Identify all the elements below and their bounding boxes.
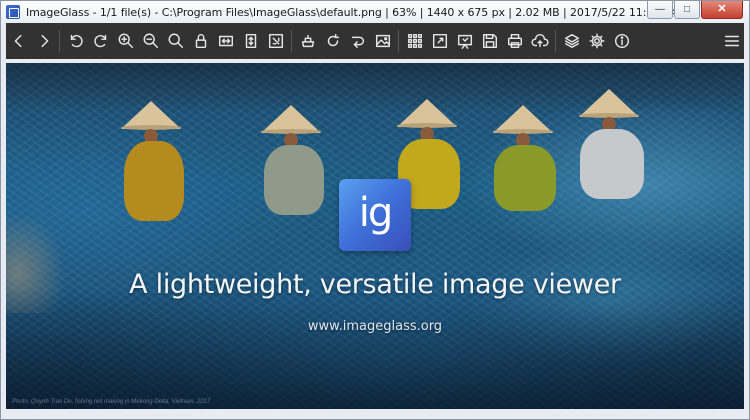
toolbar-separator <box>555 30 556 52</box>
zoom-icon[interactable] <box>163 27 188 55</box>
upload-icon[interactable] <box>527 27 552 55</box>
window-controls: — □ ✕ <box>646 1 743 19</box>
figure-body <box>124 141 184 221</box>
conical-hat <box>261 105 321 134</box>
app-window: ImageGlass - 1/1 file(s) - C:\Program Fi… <box>0 0 750 420</box>
toolbar-separator <box>59 30 60 52</box>
conical-hat <box>121 101 181 130</box>
zoom-out-icon[interactable] <box>138 27 163 55</box>
background-shade-bottom <box>6 289 744 409</box>
image-viewer[interactable]: ig A lightweight, versatile image viewer… <box>6 63 744 409</box>
save-icon[interactable] <box>477 27 502 55</box>
conical-hat <box>397 99 457 128</box>
menu-icon[interactable] <box>719 27 744 55</box>
fit-height-icon[interactable] <box>238 27 263 55</box>
image-icon[interactable] <box>370 27 395 55</box>
window-title: ImageGlass - 1/1 file(s) - C:\Program Fi… <box>26 5 678 19</box>
lock-icon[interactable] <box>188 27 213 55</box>
arrow-left-icon[interactable] <box>6 27 31 55</box>
maximize-button[interactable]: □ <box>674 1 700 19</box>
conical-hat <box>579 89 639 118</box>
close-button[interactable]: ✕ <box>701 1 743 19</box>
photo-credit: Photo: Quynh Tran Do, fishing net making… <box>12 399 211 405</box>
logo-text: ig <box>358 190 393 236</box>
print-icon[interactable] <box>502 27 527 55</box>
toolbar <box>6 23 744 59</box>
fit-width-icon[interactable] <box>213 27 238 55</box>
scale-to-fit-icon[interactable] <box>263 27 288 55</box>
website-link[interactable]: www.imageglass.org <box>6 319 744 334</box>
settings-icon[interactable] <box>584 27 609 55</box>
goto-icon[interactable] <box>345 27 370 55</box>
rotate-left-icon[interactable] <box>63 27 88 55</box>
rotate-right-icon[interactable] <box>88 27 113 55</box>
minimize-button[interactable]: — <box>647 1 673 19</box>
figure-body <box>580 129 644 199</box>
thumbnail-icon[interactable] <box>402 27 427 55</box>
toolbar-separator <box>398 30 399 52</box>
info-icon[interactable] <box>609 27 634 55</box>
figure-body <box>494 145 556 211</box>
title-bar[interactable]: ImageGlass - 1/1 file(s) - C:\Program Fi… <box>1 1 749 23</box>
app-icon[interactable] <box>6 5 20 19</box>
imageglass-logo: ig <box>339 179 411 251</box>
figure-body <box>264 145 324 215</box>
tagline: A lightweight, versatile image viewer <box>129 269 621 300</box>
extension-icon[interactable] <box>559 27 584 55</box>
refresh-icon[interactable] <box>320 27 345 55</box>
conical-hat <box>493 105 553 134</box>
view-mode-icon[interactable] <box>295 27 320 55</box>
fullscreen-icon[interactable] <box>427 27 452 55</box>
arrow-right-icon[interactable] <box>31 27 56 55</box>
toolbar-separator <box>291 30 292 52</box>
slideshow-icon[interactable] <box>452 27 477 55</box>
zoom-in-icon[interactable] <box>113 27 138 55</box>
